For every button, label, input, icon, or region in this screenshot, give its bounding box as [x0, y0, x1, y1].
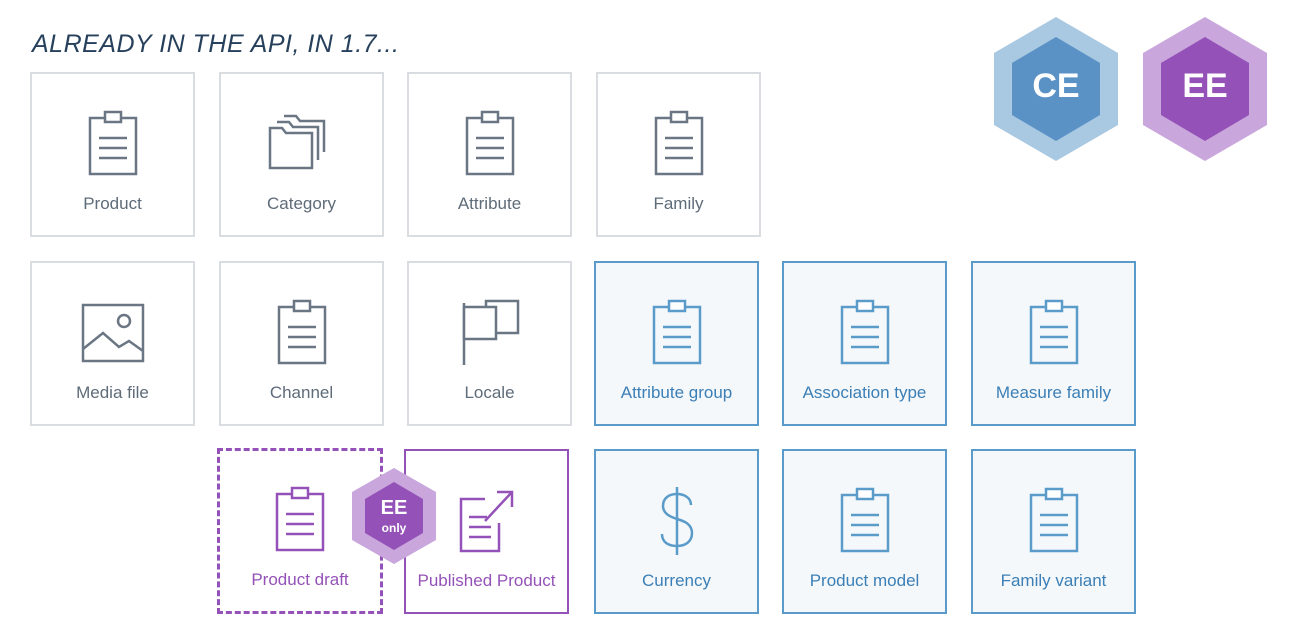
card-family: Family [596, 72, 761, 237]
flag-icon [450, 293, 530, 373]
image-icon [73, 293, 153, 373]
clipboard-icon [262, 293, 342, 373]
card-label: Currency [642, 571, 711, 590]
card-label: Media file [76, 383, 149, 402]
export-document-icon [447, 481, 527, 561]
card-currency: Currency [594, 449, 759, 614]
ee-only-badge: EE only [349, 466, 439, 566]
card-product: Product [30, 72, 195, 237]
card-label: Product [83, 194, 142, 213]
ee-only-badge-top: EE [380, 497, 408, 519]
card-label: Channel [269, 383, 334, 402]
clipboard-icon [450, 104, 530, 184]
card-channel: Channel [219, 261, 384, 426]
ee-badge: EE [1139, 15, 1271, 163]
card-measure-family: Measure family [971, 261, 1136, 426]
card-media-file: Media file [30, 261, 195, 426]
clipboard-icon [260, 480, 340, 560]
clipboard-icon [1014, 293, 1094, 373]
clipboard-icon [73, 104, 153, 184]
clipboard-icon [825, 481, 905, 561]
card-label: Attribute group [620, 383, 733, 402]
card-association-type: Association type [782, 261, 947, 426]
card-label: Published Product [417, 571, 556, 590]
card-label: Category [267, 194, 336, 213]
clipboard-icon [1014, 481, 1094, 561]
card-label: Association type [802, 383, 927, 402]
card-label: Product model [809, 571, 920, 590]
card-family-variant: Family variant [971, 449, 1136, 614]
card-label: Family [653, 194, 704, 213]
card-category: Category [219, 72, 384, 237]
card-label: Measure family [995, 383, 1112, 402]
card-attribute: Attribute [407, 72, 572, 237]
clipboard-icon [825, 293, 905, 373]
ce-badge: CE [990, 15, 1122, 163]
dollar-icon [637, 481, 717, 561]
card-label: Product draft [251, 570, 349, 589]
ee-only-badge-bottom: only [381, 521, 407, 535]
page-title: ALREADY IN THE API, IN 1.7... [32, 30, 400, 58]
card-label: Attribute [457, 194, 522, 213]
clipboard-icon [637, 293, 717, 373]
ce-badge-label: CE [1032, 67, 1080, 105]
card-label: Family variant [1000, 571, 1107, 590]
card-label: Locale [464, 383, 515, 402]
card-attribute-group: Attribute group [594, 261, 759, 426]
card-locale: Locale [407, 261, 572, 426]
card-product-model: Product model [782, 449, 947, 614]
ee-badge-label: EE [1182, 67, 1228, 105]
clipboard-icon [639, 104, 719, 184]
folders-icon [262, 104, 342, 184]
